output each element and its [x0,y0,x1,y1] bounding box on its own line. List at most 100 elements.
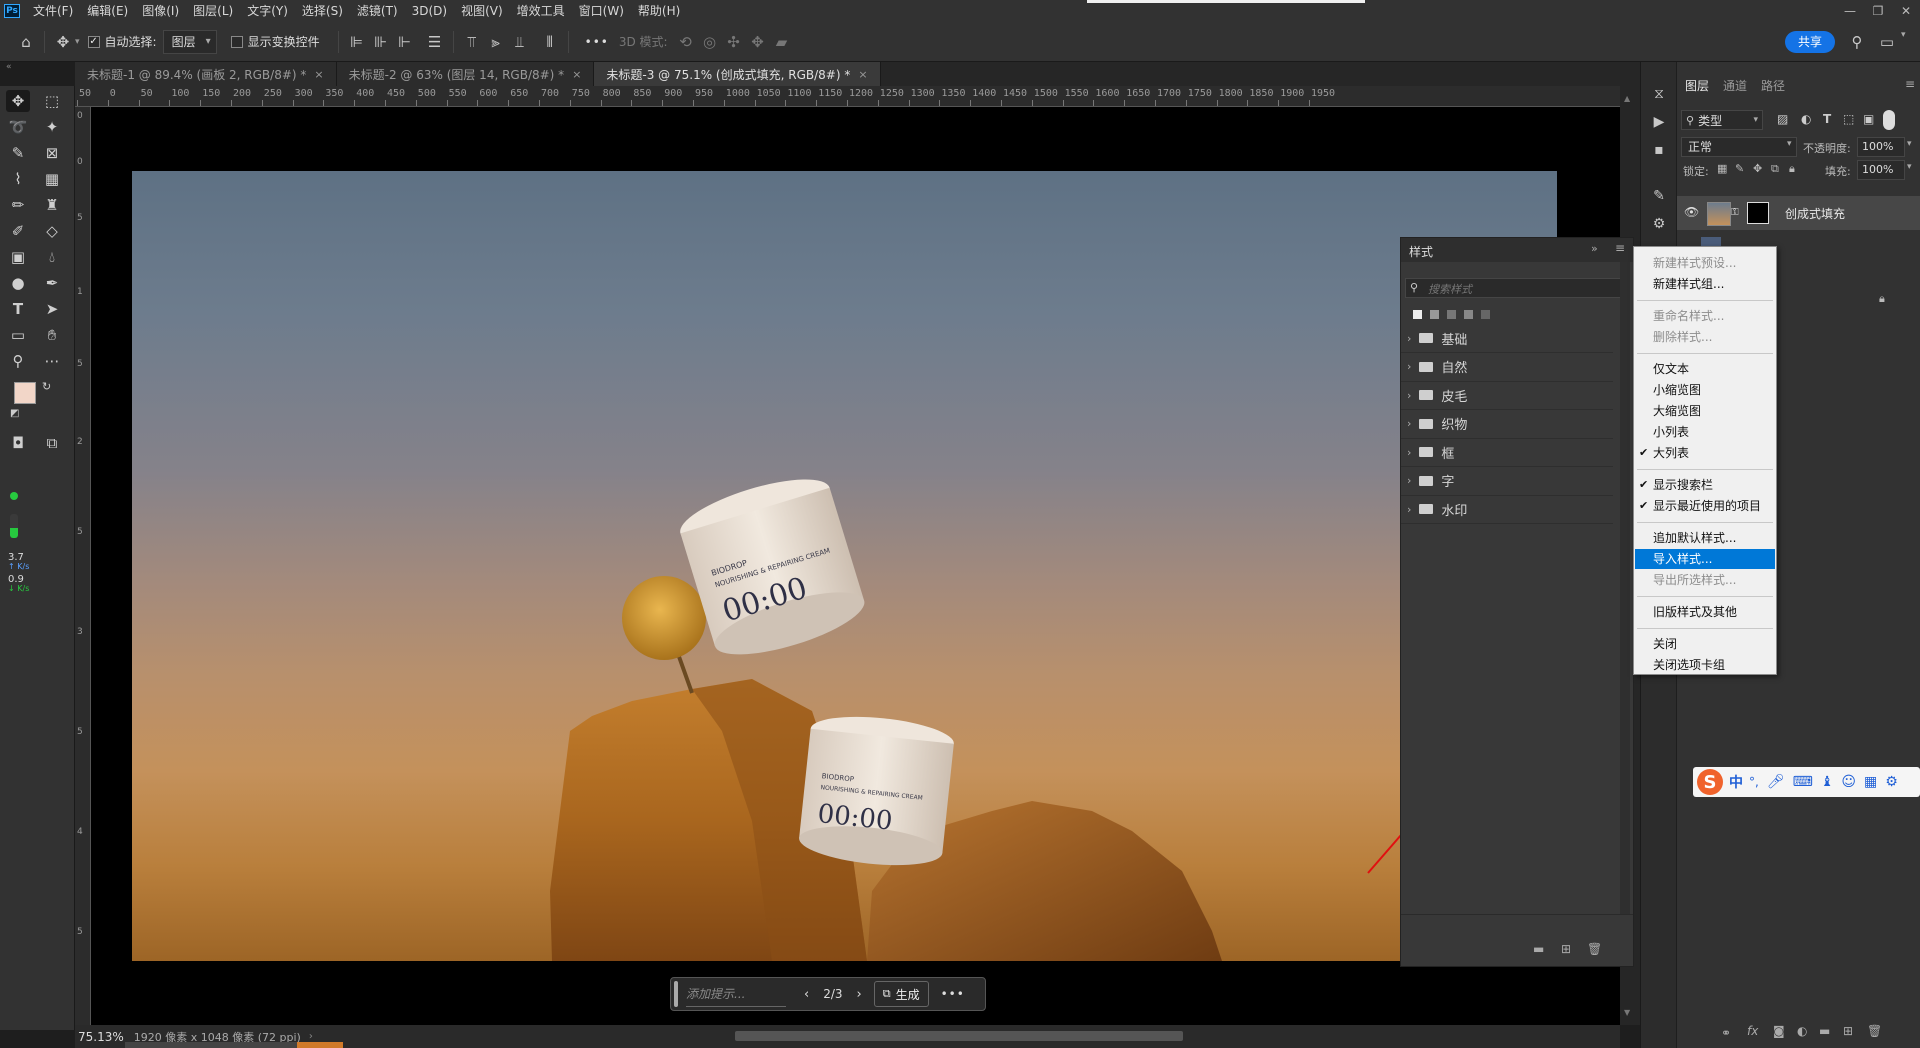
filter-shape-icon[interactable]: ⬚ [1843,112,1854,126]
microphone-icon[interactable]: 🎤︎ [1767,774,1785,790]
workspace-icon[interactable]: ▭ [1875,30,1899,54]
history-panel-icon[interactable]: ⧖ [1649,84,1669,104]
roll-3d-icon[interactable]: ◎ [698,30,722,54]
style-group-row[interactable]: › 框 [1401,438,1613,467]
context-menu-item[interactable]: 新建样式组... [1635,274,1775,294]
chevron-down-icon[interactable]: ▾ [1907,139,1912,149]
rectangle-tool-icon[interactable]: ▭ [6,324,30,346]
drag-3d-icon[interactable]: ✣ [722,30,746,54]
chevron-down-icon[interactable]: ▾ [75,37,80,47]
trash-icon[interactable]: 🗑︎ [1867,1024,1882,1038]
panel-menu-icon[interactable]: ≡ [1905,77,1915,91]
show-transform-checkbox[interactable] [230,35,243,48]
chevron-right-icon[interactable]: › [1407,332,1411,345]
more-options-button[interactable]: ••• [941,987,965,1001]
new-group-icon[interactable]: ▬ [1819,1024,1830,1038]
ime-punct-toggle[interactable]: °, [1749,775,1759,789]
lasso-tool-icon[interactable]: ➰ [6,116,30,138]
gradient-tool-icon[interactable]: ▣ [6,246,30,268]
link-layers-icon[interactable]: ⚭ [1721,1026,1731,1040]
orbit-3d-icon[interactable]: ⟲ [674,30,698,54]
layer-fx-icon[interactable]: fx [1747,1024,1758,1038]
chevron-down-icon[interactable]: ▾ [1907,162,1912,172]
context-menu-item[interactable]: 小缩览图 [1635,380,1775,400]
brush-tool-icon[interactable]: ✏ [6,194,30,216]
context-menu-item[interactable]: 旧版样式及其他 [1635,602,1775,622]
context-menu-item[interactable]: 关闭选项卡组 [1635,655,1775,675]
menu-item[interactable]: 帮助(H) [631,0,687,22]
context-menu-item[interactable]: 大缩览图 [1635,401,1775,421]
eyedropper-icon[interactable]: ⌇ [6,168,30,190]
lock-position-icon[interactable]: ✥ [1753,162,1762,175]
style-search-input[interactable]: 搜索样式 [1428,281,1472,297]
slide-3d-icon[interactable]: ✥ [746,30,770,54]
menu-item[interactable]: 滤镜(T) [350,0,405,22]
align-vcenter-icon[interactable]: ⫸ [484,30,508,54]
document-tab[interactable]: 未标题-1 @ 89.4% (画板 2, RGB/8#) * × [75,62,337,86]
recent-style-swatch[interactable] [1447,310,1456,319]
distribute-vertical-icon[interactable]: ☰ [423,30,447,54]
lock-artboard-icon[interactable]: ⧉ [1771,162,1779,176]
menu-item[interactable]: 增效工具 [510,0,572,22]
dodge-tool-icon[interactable]: ● [6,272,30,294]
more-tools-icon[interactable]: ⋯ [40,350,64,372]
trash-icon[interactable]: 🗑︎ [1587,942,1602,956]
home-icon[interactable]: ⌂ [14,30,38,54]
chevron-right-icon[interactable]: › [1407,417,1411,430]
prev-variation-icon[interactable]: ‹ [804,987,809,1002]
vertical-ruler[interactable]: 0 0 5 1 5 2 5 3 5 4 5 [75,107,91,1025]
recent-style-swatch[interactable] [1481,310,1490,319]
add-mask-icon[interactable]: ◙ [1773,1024,1785,1038]
style-group-row[interactable]: › 织物 [1401,410,1613,439]
distribute-horizontal-icon[interactable]: ⫴ [538,30,562,54]
document-tab[interactable]: 未标题-2 @ 63% (图层 14, RGB/8#) * × [336,62,595,86]
adjustment-layer-icon[interactable]: ◐ [1797,1024,1807,1038]
horizontal-ruler[interactable]: 50 0 50 100 150 200 250 300 350 400 450 500 550 600 65… [75,86,1620,107]
new-group-icon[interactable]: ▬ [1533,942,1544,956]
chevron-right-icon[interactable]: › [1407,503,1411,516]
recent-style-swatch[interactable] [1413,310,1422,319]
context-menu-item[interactable]: 导出所选样式... [1635,570,1775,590]
document-tab[interactable]: 未标题-3 @ 75.1% (创成式填充, RGB/8#) * × [594,62,881,86]
scroll-down-icon[interactable]: ▼ [1624,1008,1630,1017]
eraser-tool-icon[interactable]: ◇ [40,220,64,242]
pen-tool-icon[interactable]: ✒ [40,272,64,294]
chevron-right-icon[interactable]: › [1407,360,1411,373]
blur-tool-icon[interactable]: 💧︎ [40,246,64,268]
lock-transparent-icon[interactable]: ▦ [1717,162,1727,175]
layer-row[interactable]: 👁︎ ⚿ 创成式填充 [1677,196,1920,230]
next-variation-icon[interactable]: › [857,987,862,1002]
hand-tool-icon[interactable]: ✋︎ [40,324,64,346]
brush-panel-icon[interactable]: ✎ [1649,186,1669,206]
filter-toggle[interactable] [1883,110,1895,130]
lock-pixels-icon[interactable]: ✎ [1735,162,1744,175]
close-tab-icon[interactable]: × [572,68,581,81]
menu-item[interactable]: 图像(I) [135,0,186,22]
foreground-color-swatch[interactable] [14,382,36,404]
more-options-button[interactable]: ••• [585,35,609,49]
menu-item[interactable]: 图层(L) [186,0,240,22]
adjustments-panel-icon[interactable]: ⚙ [1649,214,1669,234]
style-group-row[interactable]: › 皮毛 [1401,381,1613,410]
tab-paths[interactable]: 路径 [1761,77,1785,94]
zoom-tool-icon[interactable]: ⚲ [6,350,30,372]
document-image[interactable]: BIODROP NOURISHING & REPAIRING CREAM 00:… [132,171,1557,961]
skin-icon[interactable]: ♝ [1821,774,1834,790]
status-menu-icon[interactable]: › [309,1031,313,1042]
ime-mode-toggle[interactable]: 中 [1729,772,1743,792]
search-icon[interactable]: ⚲ [1845,30,1869,54]
layer-filter-dropdown[interactable]: ⚲ 类型 ▾ [1681,110,1763,130]
horizontal-scrollbar[interactable] [735,1031,1183,1041]
context-menu-item[interactable]: 追加默认样式... [1635,528,1775,548]
close-tab-icon[interactable]: × [858,68,867,81]
default-colors-icon[interactable]: ◩ [10,408,19,419]
ime-logo-icon[interactable]: S [1697,769,1723,795]
align-bottom-icon[interactable]: ⫫ [508,30,532,54]
camera-3d-icon[interactable]: ▰ [770,30,794,54]
collapse-arrows-icon[interactable]: « [6,62,12,72]
context-menu-item[interactable]: 新建样式预设... [1635,253,1775,273]
photoshop-logo[interactable]: Ps [4,4,20,18]
screen-mode-icon[interactable]: ⧉ [40,432,64,454]
style-group-row[interactable]: › 自然 [1401,353,1613,382]
visibility-eye-icon[interactable]: 👁︎ [1684,205,1699,219]
